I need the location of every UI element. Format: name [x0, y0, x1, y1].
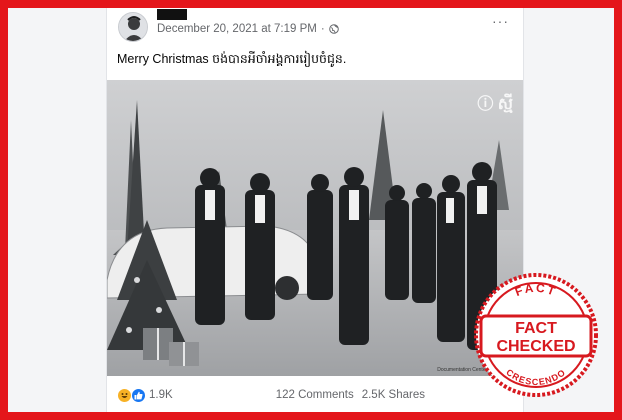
reaction-count: 1.9K — [149, 389, 173, 401]
post-photo[interactable]: ⓘ ស្មី Documentation Center of Cambodia — [107, 80, 523, 376]
engagement-counts: 122 Comments 2.5K Shares — [276, 389, 425, 401]
reactions-summary[interactable]: 1.9K — [117, 387, 173, 403]
shares-count[interactable]: 2.5K Shares — [362, 389, 425, 401]
christmas-photo-illustration — [107, 80, 523, 376]
fact-checked-stamp: FACT CRESCENDO FACT CHECKED — [474, 273, 598, 397]
haha-icon — [117, 387, 132, 403]
ellipsis-icon[interactable]: ··· — [492, 14, 509, 28]
like-icon — [131, 387, 146, 403]
post-footer: 1.9K 122 Comments 2.5K Shares — [107, 382, 523, 408]
comments-count[interactable]: 122 Comments — [276, 389, 354, 401]
stamp-main-line1: FACT — [515, 320, 557, 337]
post-meta: December 20, 2021 at 7:19 PM · — [157, 22, 339, 36]
avatar[interactable] — [118, 12, 148, 42]
globe-icon — [328, 24, 339, 34]
stamp-main-line2: CHECKED — [496, 338, 575, 355]
watermark-logo: ⓘ ស្មី — [477, 96, 513, 113]
redacted-author-name — [157, 9, 187, 20]
meta-separator: · — [320, 23, 325, 35]
post-timestamp[interactable]: December 20, 2021 at 7:19 PM — [157, 23, 317, 35]
facebook-post: December 20, 2021 at 7:19 PM · ··· Merry… — [106, 8, 524, 412]
post-caption: Merry Christmas ចង់បានអីចាំអង្គការរៀបចំជ… — [117, 52, 347, 66]
